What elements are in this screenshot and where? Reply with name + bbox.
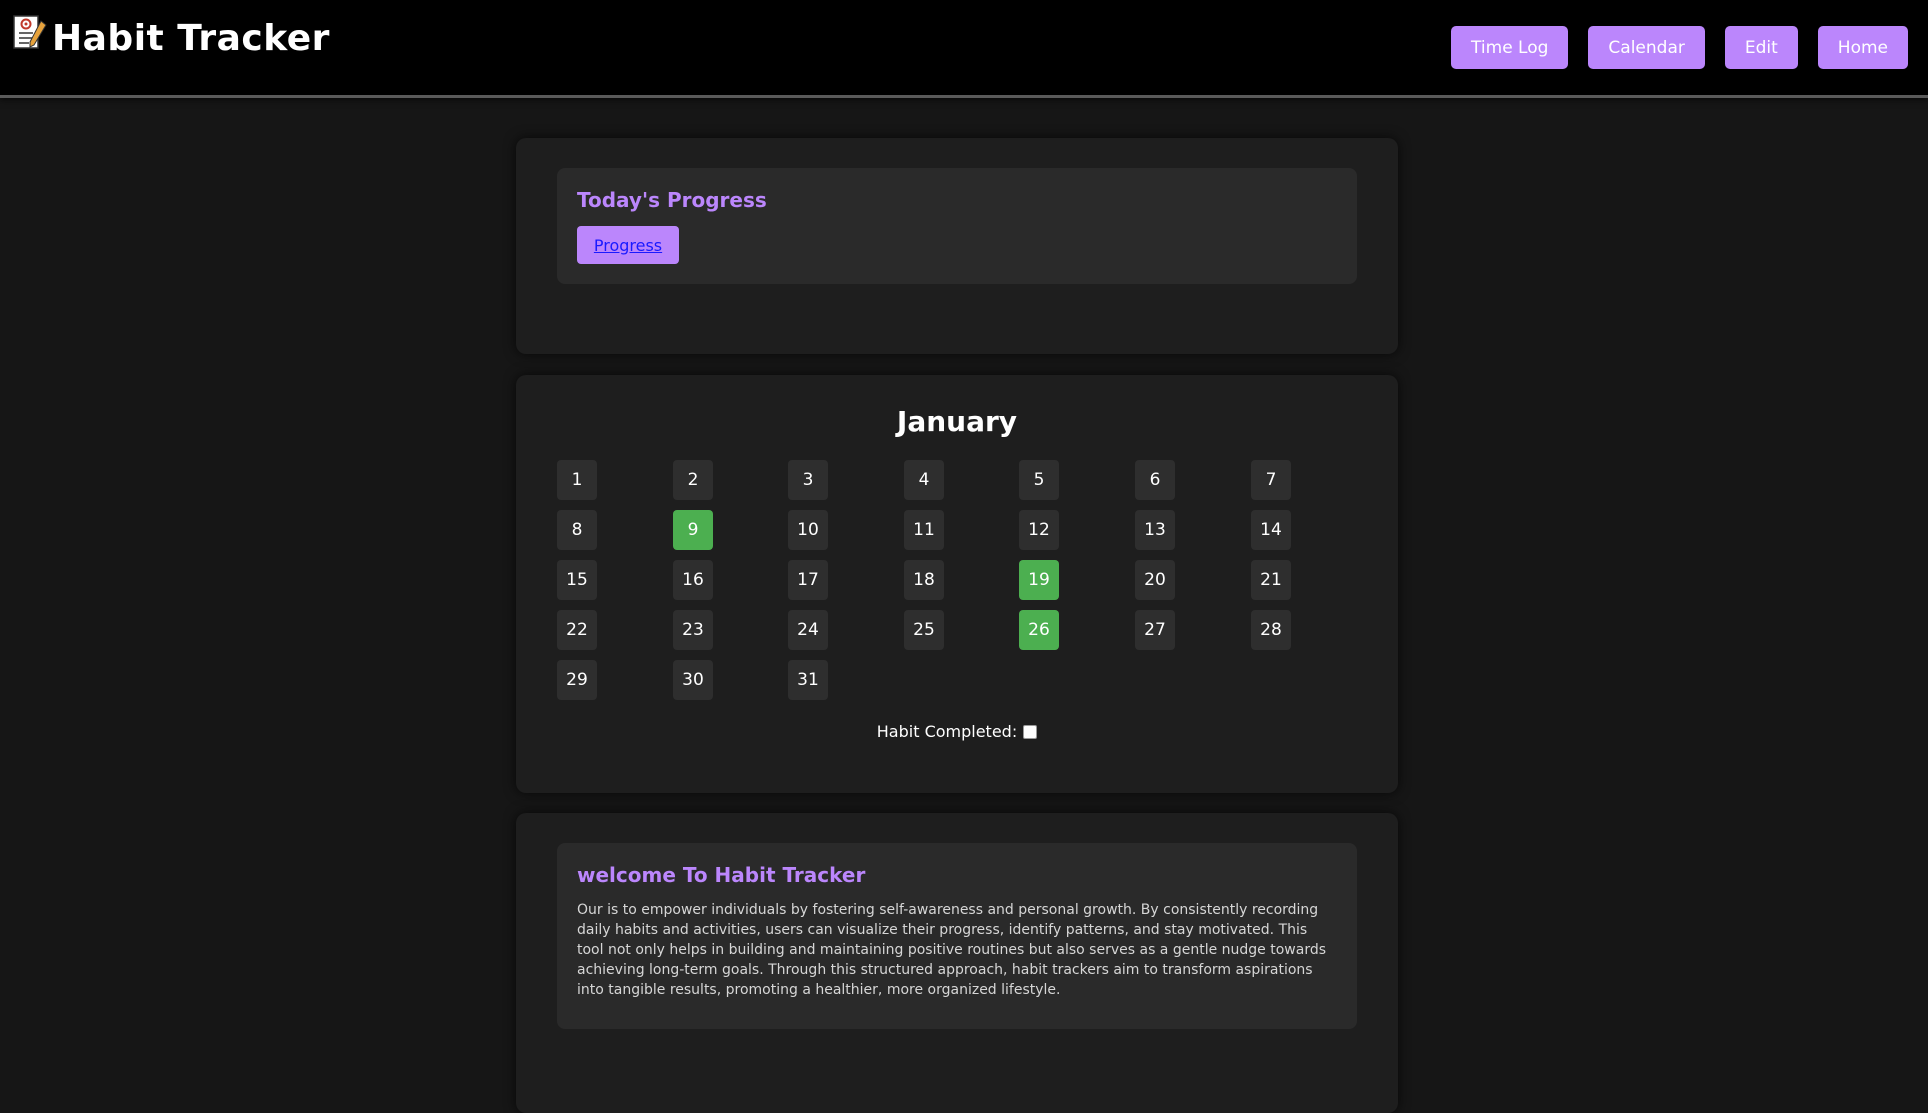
calendar-day-13[interactable]: 13 (1135, 510, 1175, 550)
habit-completed-checkbox[interactable] (1023, 724, 1038, 739)
calendar-day-28[interactable]: 28 (1251, 610, 1291, 650)
welcome-card: welcome To Habit Tracker Our is to empow… (516, 813, 1398, 1113)
home-button[interactable]: Home (1817, 26, 1908, 69)
calendar-day-27[interactable]: 27 (1135, 610, 1175, 650)
calendar-day-22[interactable]: 22 (557, 610, 597, 650)
calendar-day-20[interactable]: 20 (1135, 560, 1175, 600)
app-title: Habit Tracker (52, 18, 330, 59)
time-log-button[interactable]: Time Log (1451, 26, 1569, 69)
calendar-day-10[interactable]: 10 (788, 510, 828, 550)
calendar-day-11[interactable]: 11 (904, 510, 944, 550)
calendar-day-4[interactable]: 4 (904, 460, 944, 500)
calendar-day-24[interactable]: 24 (788, 610, 828, 650)
nav-bar: Time Log Calendar Edit Home (1451, 26, 1908, 69)
app-header: Habit Tracker Time Log Calendar Edit Hom… (0, 0, 1928, 98)
calendar-day-16[interactable]: 16 (673, 560, 713, 600)
calendar-day-8[interactable]: 8 (557, 510, 597, 550)
calendar-card: January 1 2 3 4 5 6 7 8 9 10 11 12 13 14 15 16 17 18 19 20 2… (516, 375, 1398, 793)
calendar-day-15[interactable]: 15 (557, 560, 597, 600)
calendar-day-9[interactable]: 9 (673, 510, 713, 550)
welcome-text: Our is to empower individuals by fosteri… (577, 902, 1327, 998)
calendar-day-1[interactable]: 1 (557, 460, 597, 500)
edit-button[interactable]: Edit (1724, 26, 1798, 69)
month-title: January (896, 405, 1018, 438)
progress-card: Today's Progress Progress (516, 138, 1398, 354)
calendar-day-21[interactable]: 21 (1251, 560, 1291, 600)
calendar-day-7[interactable]: 7 (1251, 460, 1291, 500)
calendar-button[interactable]: Calendar (1588, 26, 1705, 69)
notepad-pencil-icon (13, 15, 47, 49)
calendar-day-5[interactable]: 5 (1019, 460, 1059, 500)
calendar-day-2[interactable]: 2 (673, 460, 713, 500)
calendar-day-14[interactable]: 14 (1251, 510, 1291, 550)
calendar-day-18[interactable]: 18 (904, 560, 944, 600)
habit-completed-row: Habit Completed: (516, 722, 1398, 741)
progress-link-button[interactable]: Progress (577, 226, 679, 264)
welcome-box: welcome To Habit Tracker Our is to empow… (557, 843, 1357, 1029)
calendar-day-6[interactable]: 6 (1135, 460, 1175, 500)
calendar-day-3[interactable]: 3 (788, 460, 828, 500)
calendar-day-31[interactable]: 31 (788, 660, 828, 700)
welcome-title: welcome To Habit Tracker (577, 863, 866, 887)
progress-box: Today's Progress Progress (557, 168, 1357, 284)
calendar-day-25[interactable]: 25 (904, 610, 944, 650)
calendar-day-17[interactable]: 17 (788, 560, 828, 600)
progress-title: Today's Progress (577, 188, 767, 212)
calendar-day-30[interactable]: 30 (673, 660, 713, 700)
habit-completed-label: Habit Completed: (876, 722, 1018, 741)
calendar-day-29[interactable]: 29 (557, 660, 597, 700)
calendar-day-12[interactable]: 12 (1019, 510, 1059, 550)
calendar-day-19[interactable]: 19 (1019, 560, 1059, 600)
calendar-day-23[interactable]: 23 (673, 610, 713, 650)
calendar-day-26[interactable]: 26 (1019, 610, 1059, 650)
